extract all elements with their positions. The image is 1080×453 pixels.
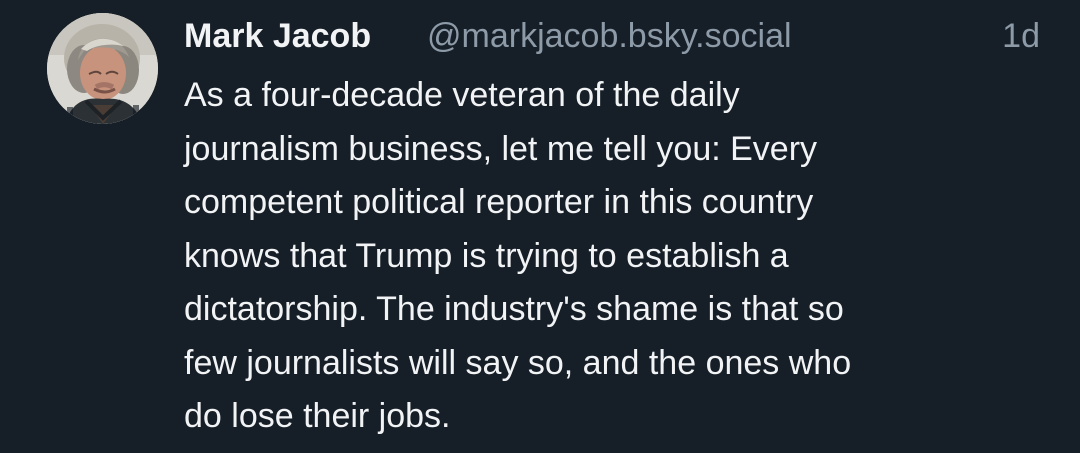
post-header: Mark Jacob @markjacob.bsky.social 1d <box>184 14 1044 60</box>
post-text-line: As a four-decade veteran of the daily <box>184 76 740 114</box>
post-text-line: dictatorship. The industry's shame is th… <box>184 290 844 328</box>
avatar-photo-icon <box>47 13 158 124</box>
post-text-line: do lose their jobs. <box>184 397 451 435</box>
post-text: As a four-decade veteran of the daily jo… <box>184 69 1054 444</box>
post-timestamp[interactable]: 1d <box>1002 14 1040 58</box>
post-text-line: journalism business, let me tell you: Ev… <box>184 129 818 168</box>
post-text-line: competent political reporter in this cou… <box>184 183 814 221</box>
post-text-line: knows that Trump is trying to establish … <box>184 236 789 275</box>
author-display-name[interactable]: Mark Jacob <box>184 14 371 58</box>
author-avatar[interactable] <box>47 13 158 124</box>
post-card[interactable]: Mark Jacob @markjacob.bsky.social 1d As … <box>0 0 1080 453</box>
post-text-line: few journalists will say so, and the one… <box>184 343 852 382</box>
author-handle[interactable]: @markjacob.bsky.social <box>427 14 792 58</box>
